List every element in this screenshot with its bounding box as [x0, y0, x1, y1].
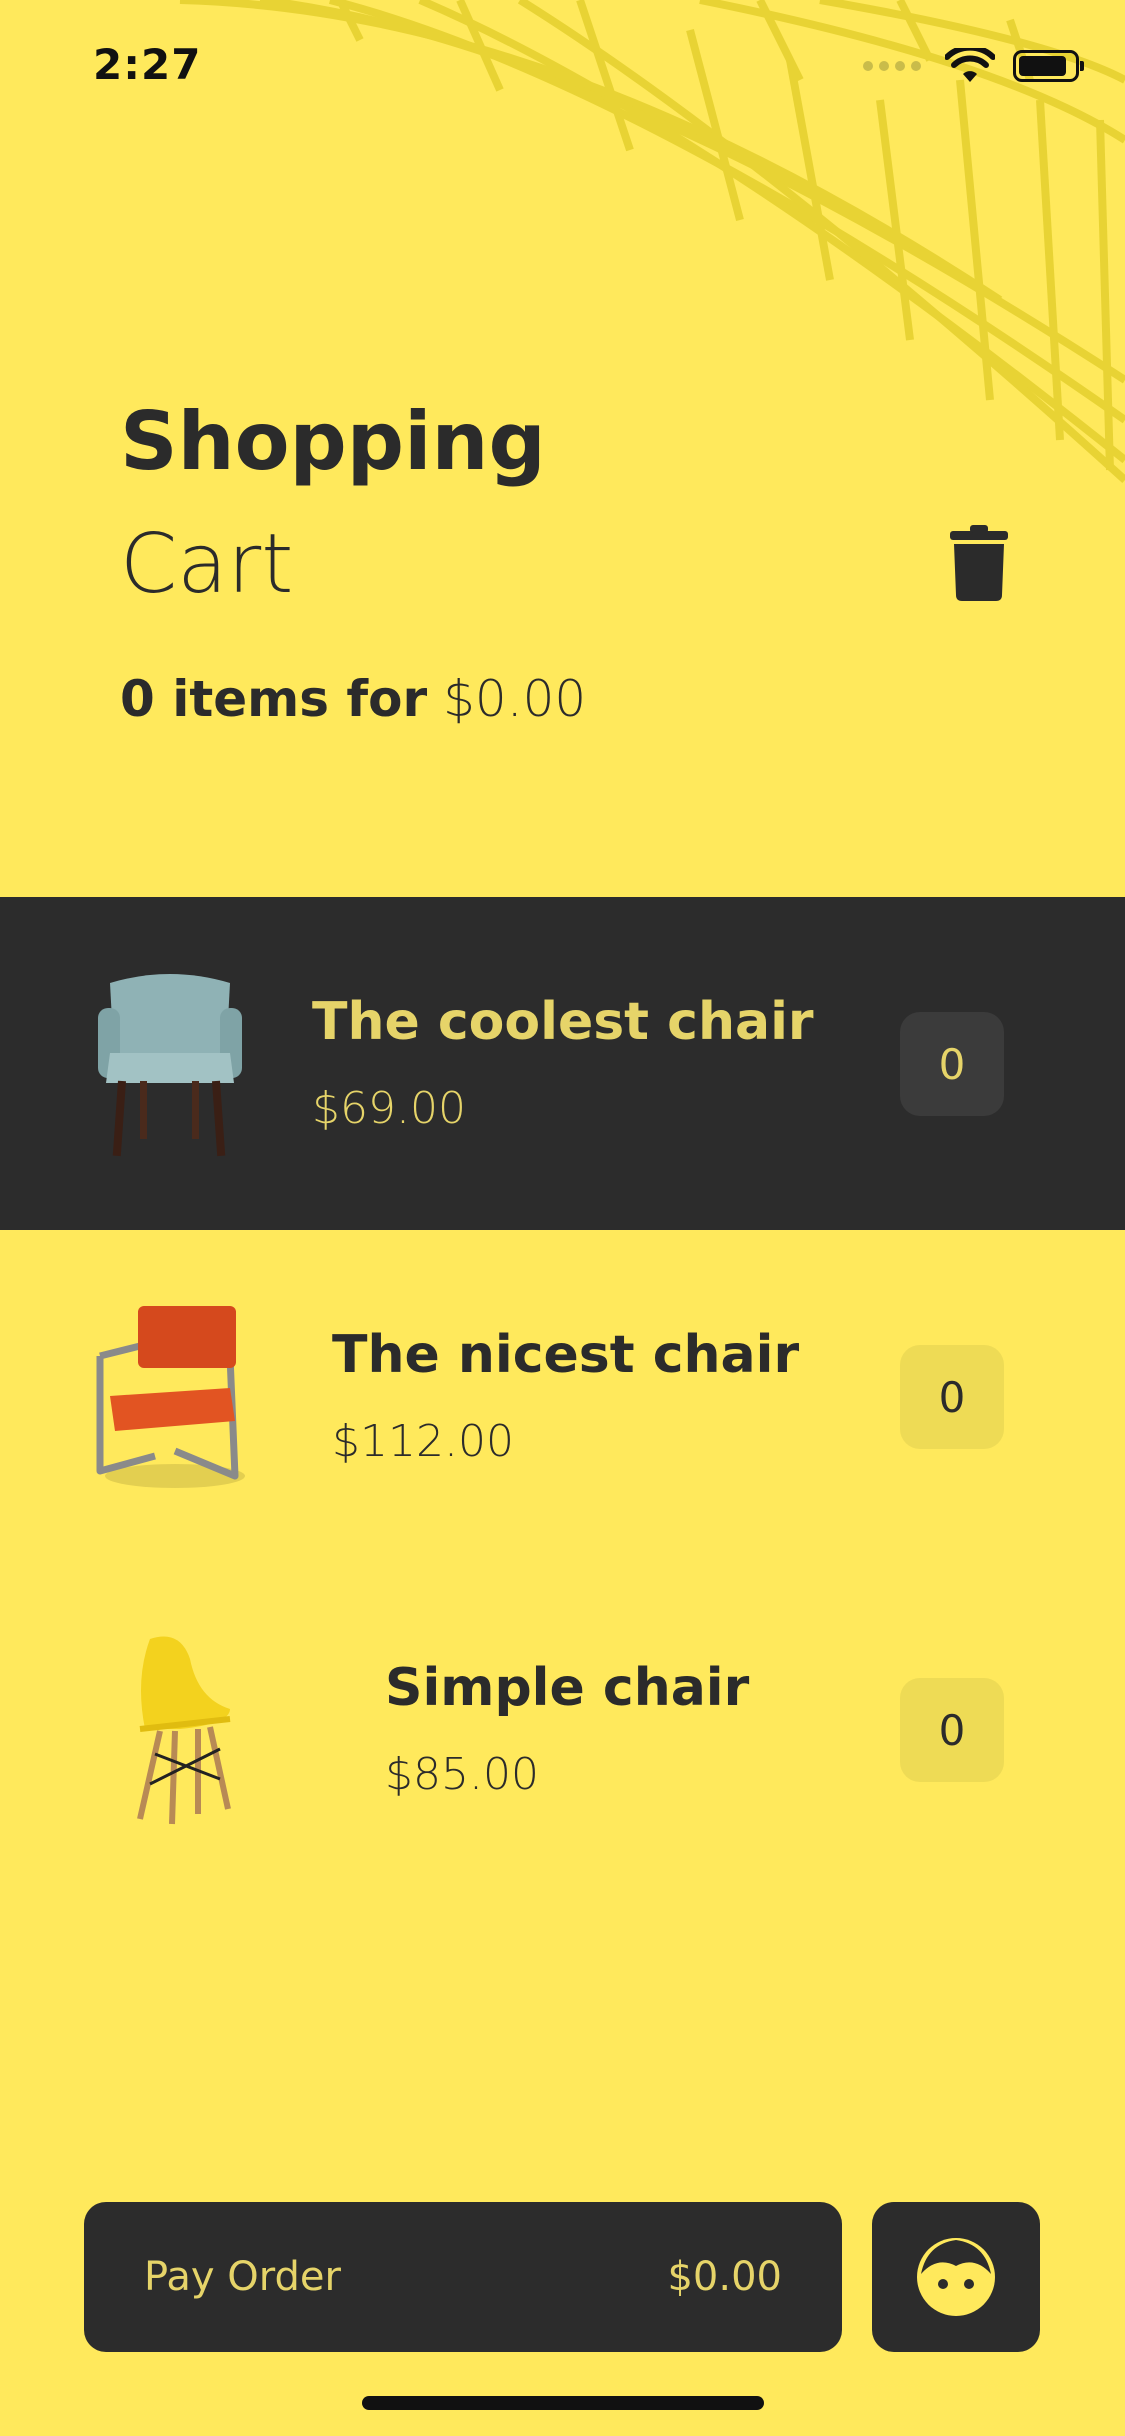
quantity-button[interactable]: 0	[900, 1012, 1004, 1116]
product-image-blue-armchair	[98, 974, 242, 1157]
status-time: 2:27	[93, 40, 202, 89]
pay-order-button[interactable]: Pay Order $0.00	[84, 2202, 842, 2352]
cart-total: $0.00	[443, 670, 587, 728]
item-price: $69.00	[312, 1083, 466, 1134]
product-image-orange-chair	[96, 1306, 245, 1488]
page-title: Shopping	[120, 395, 546, 488]
battery-icon	[1013, 50, 1084, 82]
home-indicator	[362, 2396, 764, 2410]
pay-order-total: $0.00	[667, 2254, 782, 2300]
pay-order-label: Pay Order	[144, 2254, 341, 2300]
item-name: Simple chair	[385, 1658, 750, 1718]
product-image-yellow-chair	[137, 1636, 231, 1825]
cart-item-count: 0 items for	[120, 670, 428, 728]
item-name: The coolest chair	[312, 992, 814, 1052]
profile-button[interactable]	[872, 2202, 1040, 2352]
profile-face-icon	[917, 2238, 995, 2316]
wifi-icon	[945, 48, 995, 82]
status-icons	[863, 48, 1084, 84]
quantity-button[interactable]: 0	[900, 1345, 1004, 1449]
signal-icon	[863, 61, 921, 71]
item-price: $112.00	[332, 1416, 514, 1467]
trash-icon[interactable]	[950, 525, 1008, 601]
item-name: The nicest chair	[332, 1325, 800, 1385]
page-subtitle: Cart	[120, 517, 294, 612]
cart-item-row[interactable]: The coolest chair $69.00 0	[0, 897, 1125, 1230]
cart-item-row[interactable]: Simple chair $85.00 0	[0, 1563, 1125, 1896]
cart-item-row[interactable]: The nicest chair $112.00 0	[0, 1230, 1125, 1563]
cart-summary: 0 items for $0.00	[120, 670, 586, 728]
quantity-button[interactable]: 0	[900, 1678, 1004, 1782]
item-price: $85.00	[385, 1749, 539, 1800]
